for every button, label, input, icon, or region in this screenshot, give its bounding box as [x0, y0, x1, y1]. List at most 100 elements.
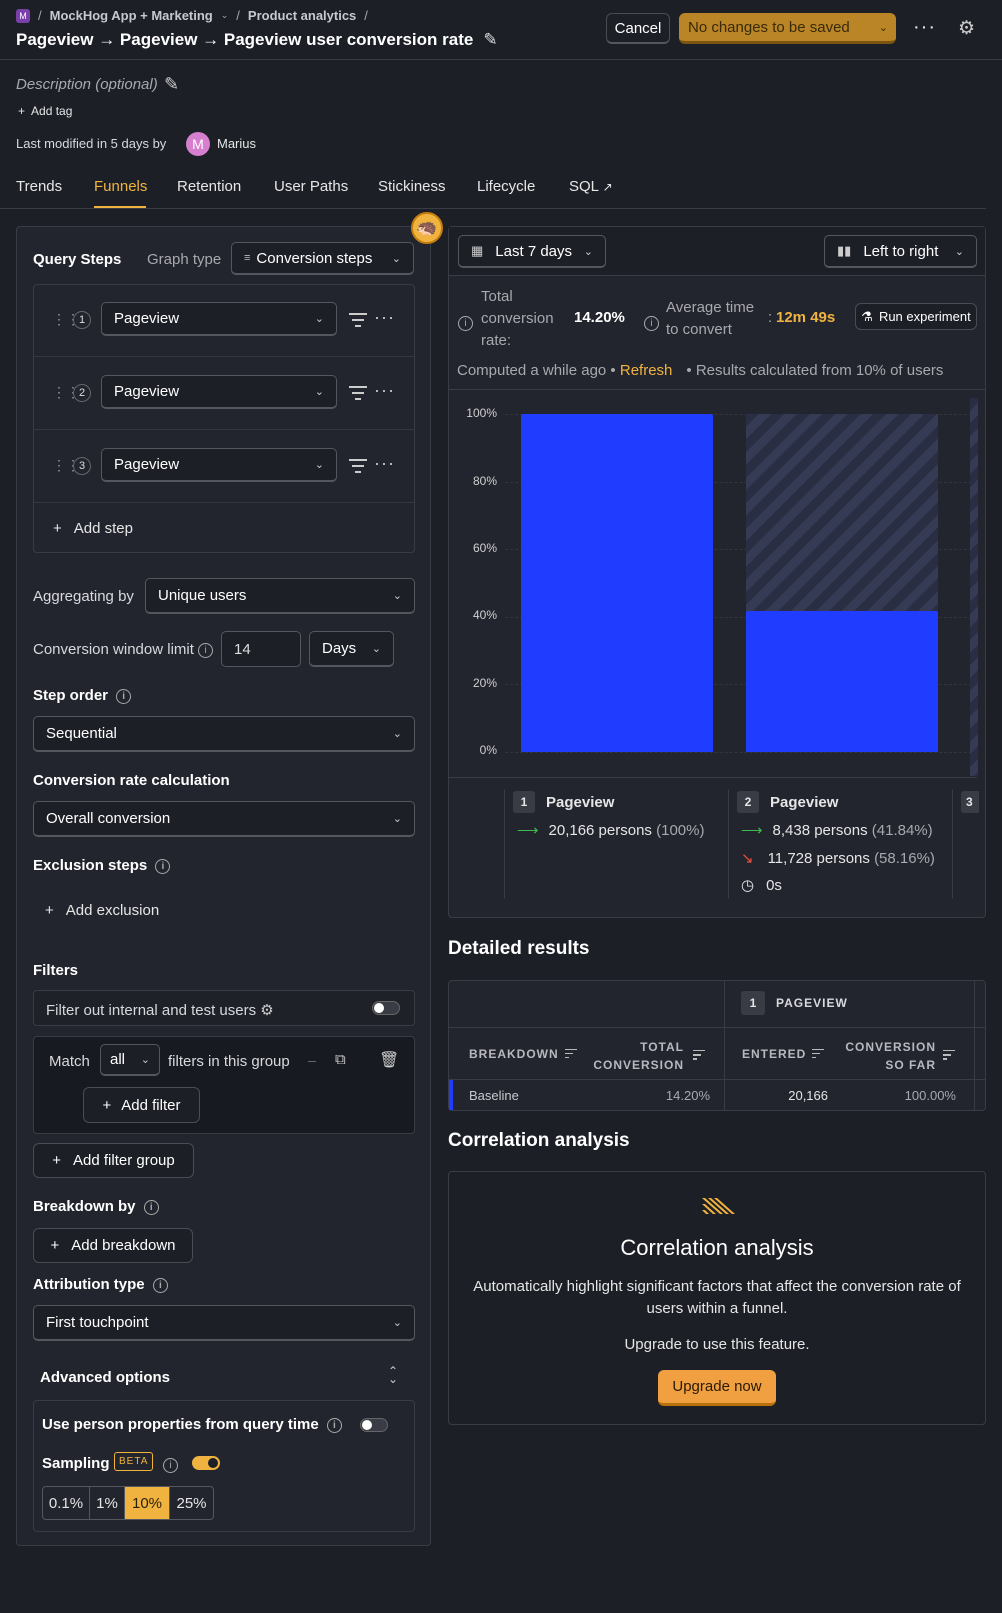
funnel-bar[interactable]	[521, 414, 713, 752]
flask-icon: ⚗	[861, 308, 873, 324]
conversion-calc-label: Conversion rate calculation	[33, 772, 230, 789]
info-icon[interactable]: i	[116, 688, 132, 704]
step-filter-icon[interactable]	[349, 459, 367, 473]
tab-user-paths[interactable]: User Paths	[274, 178, 348, 195]
col-header-entered[interactable]: ENTERED	[742, 1047, 825, 1061]
gear-icon[interactable]: ⚙	[260, 1002, 273, 1019]
page-title: Pageview → Pageview → Pageview user conv…	[16, 30, 498, 50]
conversion-window-input[interactable]: 14	[221, 631, 301, 667]
collapse-icon[interactable]: ⌃ ⌄	[388, 1365, 398, 1385]
conversion-calc-select[interactable]: Overall conversion ⌄	[33, 801, 415, 837]
conversion-window-label: Conversion window limit i	[33, 641, 214, 658]
add-exclusion-button[interactable]: + Add exclusion	[45, 902, 159, 919]
funnel-bar[interactable]	[746, 610, 938, 752]
beta-badge: BETA	[114, 1452, 154, 1471]
description-field[interactable]: Description (optional)	[16, 76, 158, 93]
info-icon[interactable]: i	[152, 1277, 168, 1293]
add-breakdown-button[interactable]: + Add breakdown	[33, 1228, 193, 1263]
more-options-icon[interactable]: ···	[913, 16, 936, 39]
tab-retention[interactable]: Retention	[177, 178, 241, 195]
top-bar: M / MockHog App + Marketing ⌄ / Product …	[0, 0, 1002, 60]
attribution-select[interactable]: First touchpoint ⌄	[33, 1305, 415, 1341]
sort-icon[interactable]	[693, 1047, 705, 1064]
person-props-toggle[interactable]	[360, 1418, 388, 1432]
tab-sql[interactable]: SQL ↗	[569, 178, 613, 195]
col-header-breakdown[interactable]: BREAKDOWN	[469, 1047, 577, 1061]
legend-step-number: 1	[513, 791, 535, 813]
more-options-icon[interactable]: ···	[374, 380, 395, 401]
user-name[interactable]: Marius	[217, 136, 256, 151]
chevron-down-icon: ⌄	[954, 245, 964, 258]
add-tag-button[interactable]: + Add tag	[18, 104, 72, 118]
sampling-option[interactable]: 25%	[169, 1487, 213, 1519]
legend-converted: ⟶ 8,438 persons (41.84%)	[741, 822, 933, 839]
info-icon[interactable]: i	[198, 642, 214, 658]
date-range-select[interactable]: ▦ Last 7 days ⌄	[458, 235, 606, 268]
add-filter-group-button[interactable]: + Add filter group	[33, 1143, 194, 1178]
step-event-select[interactable]: Pageview ⌄	[101, 375, 337, 409]
trash-icon[interactable]: 🗑	[379, 1050, 399, 1070]
last-modified-text: Last modified in 5 days by	[16, 136, 167, 151]
sampling-option[interactable]: 0.1%	[43, 1487, 90, 1519]
refresh-link[interactable]: Refresh	[620, 362, 673, 379]
match-label: Match	[49, 1053, 90, 1070]
correlation-title: Correlation analysis	[448, 1130, 630, 1151]
step-filter-icon[interactable]	[349, 313, 367, 327]
settings-gear-icon[interactable]: ⚙	[958, 17, 975, 40]
breadcrumb-project[interactable]: MockHog App + Marketing	[50, 8, 213, 23]
add-step-button[interactable]: + Add step	[53, 520, 133, 537]
y-tick-label: 60%	[472, 541, 497, 555]
legend-dropped: ↘ 11,728 persons (58.16%)	[741, 850, 935, 867]
step-order-select[interactable]: Sequential ⌄	[33, 716, 415, 752]
chevron-down-icon[interactable]: ⌄	[221, 10, 229, 21]
person-props-label: Use person properties from query time i	[42, 1416, 342, 1433]
more-options-icon[interactable]: ···	[374, 453, 395, 474]
tab-trends[interactable]: Trends	[16, 178, 62, 195]
sampling-option-selected[interactable]: 10%	[125, 1487, 169, 1519]
upgrade-now-button[interactable]: Upgrade now	[658, 1370, 776, 1406]
layout-select[interactable]: ▮▮ Left to right ⌄	[824, 235, 977, 268]
tab-lifecycle[interactable]: Lifecycle	[477, 178, 535, 195]
save-button[interactable]: No changes to be saved ⌄	[679, 13, 896, 44]
info-icon[interactable]: i	[163, 1456, 178, 1473]
chevron-down-icon[interactable]: ⌄	[879, 21, 888, 34]
step-number: 2	[73, 384, 91, 402]
edit-pencil-icon[interactable]: ✎	[483, 30, 497, 50]
sampling-toggle[interactable]	[192, 1456, 220, 1470]
match-select[interactable]: all ⌄	[100, 1044, 160, 1076]
hedgehog-mascot-icon[interactable]: 🦔	[411, 212, 443, 244]
info-icon[interactable]: i	[143, 1199, 159, 1215]
tab-funnels[interactable]: Funnels	[94, 178, 147, 195]
sort-icon	[564, 1048, 577, 1061]
window-unit-select[interactable]: Days ⌄	[309, 631, 394, 667]
run-experiment-button[interactable]: ⚗ Run experiment	[855, 303, 977, 330]
org-badge[interactable]: M	[16, 8, 30, 23]
info-icon[interactable]: i	[326, 1417, 342, 1433]
tab-stickiness[interactable]: Stickiness	[378, 178, 446, 195]
filter-internal-toggle[interactable]	[372, 1001, 400, 1015]
info-icon[interactable]: i	[155, 858, 171, 874]
chevron-down-icon: ⌄	[391, 252, 401, 265]
duplicate-icon[interactable]: ⧉	[335, 1051, 346, 1068]
breadcrumb-section[interactable]: Product analytics	[248, 8, 356, 23]
graph-type-select[interactable]: ≡ Conversion steps ⌄	[231, 242, 414, 275]
info-icon[interactable]: i	[644, 314, 659, 331]
avatar[interactable]: M	[186, 132, 210, 156]
step-filter-icon[interactable]	[349, 386, 367, 400]
more-options-icon[interactable]: ···	[374, 307, 395, 328]
funnel-filter-icon: ≡	[244, 252, 251, 264]
add-filter-button[interactable]: + Add filter	[83, 1087, 200, 1123]
col-header-total-conversion[interactable]: TOTAL CONVERSION	[584, 1038, 684, 1074]
calendar-icon: ▦	[471, 243, 484, 258]
cancel-button[interactable]: Cancel	[606, 13, 670, 44]
col-header-conversion-so-far[interactable]: CONVERSION SO FAR	[838, 1038, 936, 1074]
step-event-select[interactable]: Pageview ⌄	[101, 302, 337, 336]
sort-icon[interactable]	[943, 1047, 955, 1064]
step-event-select[interactable]: Pageview ⌄	[101, 448, 337, 482]
aggregating-select[interactable]: Unique users ⌄	[145, 578, 415, 614]
edit-description-icon[interactable]: ✎	[164, 74, 179, 95]
advanced-options-toggle[interactable]: Advanced options	[40, 1369, 170, 1386]
y-tick-label: 100%	[466, 406, 497, 420]
sampling-option[interactable]: 1%	[90, 1487, 125, 1519]
info-icon[interactable]: i	[458, 314, 473, 331]
